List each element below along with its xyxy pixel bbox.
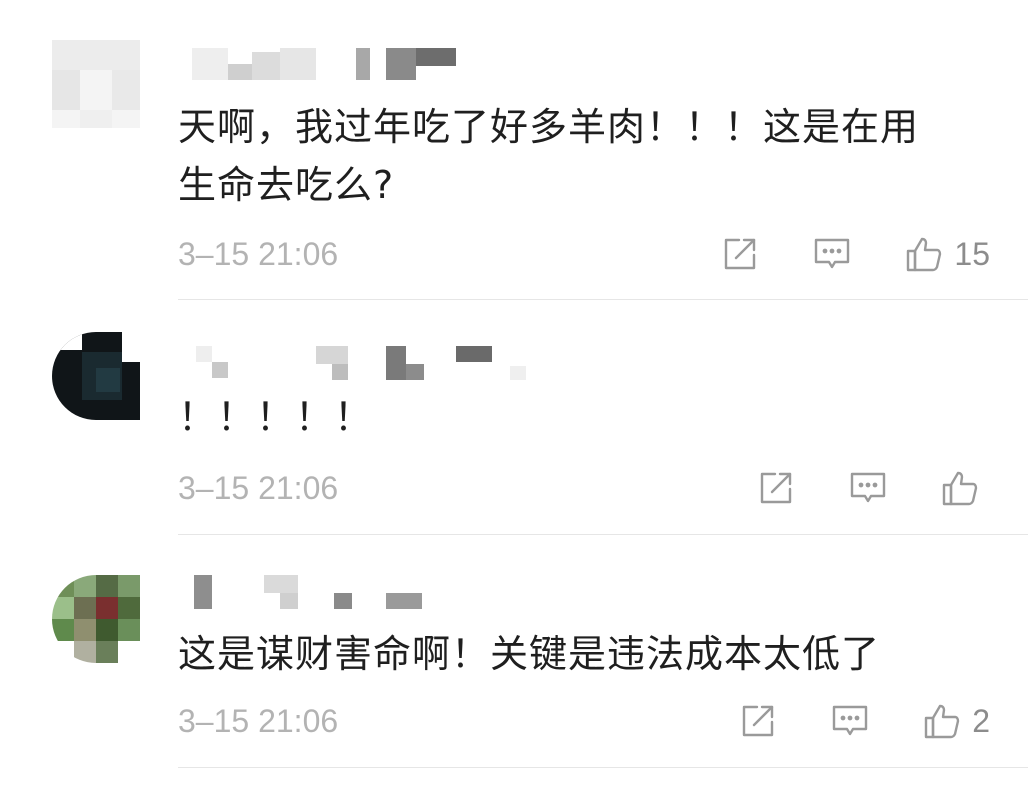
comment-item: ！！！！！ 3–15 21:06 <box>0 300 1028 535</box>
share-button[interactable] <box>738 701 778 741</box>
avatar[interactable] <box>52 575 140 663</box>
thumbs-up-icon <box>942 471 978 506</box>
comment-text-line: ！！！！！ <box>178 395 374 439</box>
reply-button[interactable] <box>830 701 870 741</box>
comment-actions: 15 <box>668 232 990 276</box>
timestamp: 3–15 21:06 <box>178 236 339 272</box>
comment-actions: 2 <box>686 699 990 743</box>
like-count: 2 <box>972 703 990 739</box>
comment-actions <box>704 466 990 510</box>
timestamp: 3–15 21:06 <box>178 470 339 506</box>
comment-meta: 3–15 21:06 <box>178 466 990 510</box>
comment-item: 天啊，我过年吃了好多羊肉！！！这是在用 生命去吃么? 3–15 21:06 15 <box>0 0 1028 300</box>
comment-text: 这是谋财害命啊！关键是违法成本太低了 <box>178 625 998 683</box>
comment-text: 天啊，我过年吃了好多羊肉！！！这是在用 生命去吃么? <box>178 98 998 214</box>
divider <box>178 767 1028 768</box>
comment-meta: 3–15 21:06 15 <box>178 232 990 276</box>
comment-text-line: 天啊，我过年吃了好多羊肉！！！这是在用 <box>178 105 920 149</box>
comment-text: ！！！！！ <box>178 388 998 446</box>
like-button[interactable] <box>940 468 990 508</box>
avatar[interactable] <box>52 332 140 420</box>
like-button[interactable]: 2 <box>922 699 990 743</box>
thumbs-up-icon <box>925 704 960 739</box>
username-redacted[interactable] <box>180 575 600 615</box>
comment-icon <box>833 705 868 736</box>
share-button[interactable] <box>756 468 796 508</box>
share-icon <box>760 472 792 504</box>
comment-meta: 3–15 21:06 2 <box>178 699 990 743</box>
thumbs-up-icon <box>907 237 942 272</box>
comment-text-line: 这是谋财害命啊！关键是违法成本太低了 <box>178 632 881 676</box>
reply-button[interactable] <box>812 234 852 274</box>
comment-icon <box>850 472 886 503</box>
like-count: 15 <box>954 236 990 272</box>
username-redacted[interactable] <box>180 48 600 88</box>
reply-button[interactable] <box>848 468 888 508</box>
like-button[interactable]: 15 <box>904 232 990 276</box>
comment-icon <box>815 238 850 269</box>
comment-text-line: 生命去吃么? <box>178 163 395 207</box>
username-redacted[interactable] <box>180 346 600 386</box>
timestamp: 3–15 21:06 <box>178 703 339 739</box>
share-icon <box>743 705 774 737</box>
comment-item: 这是谋财害命啊！关键是违法成本太低了 3–15 21:06 2 <box>0 535 1028 787</box>
share-button[interactable] <box>720 234 760 274</box>
share-icon <box>725 238 756 270</box>
avatar[interactable] <box>52 40 140 128</box>
